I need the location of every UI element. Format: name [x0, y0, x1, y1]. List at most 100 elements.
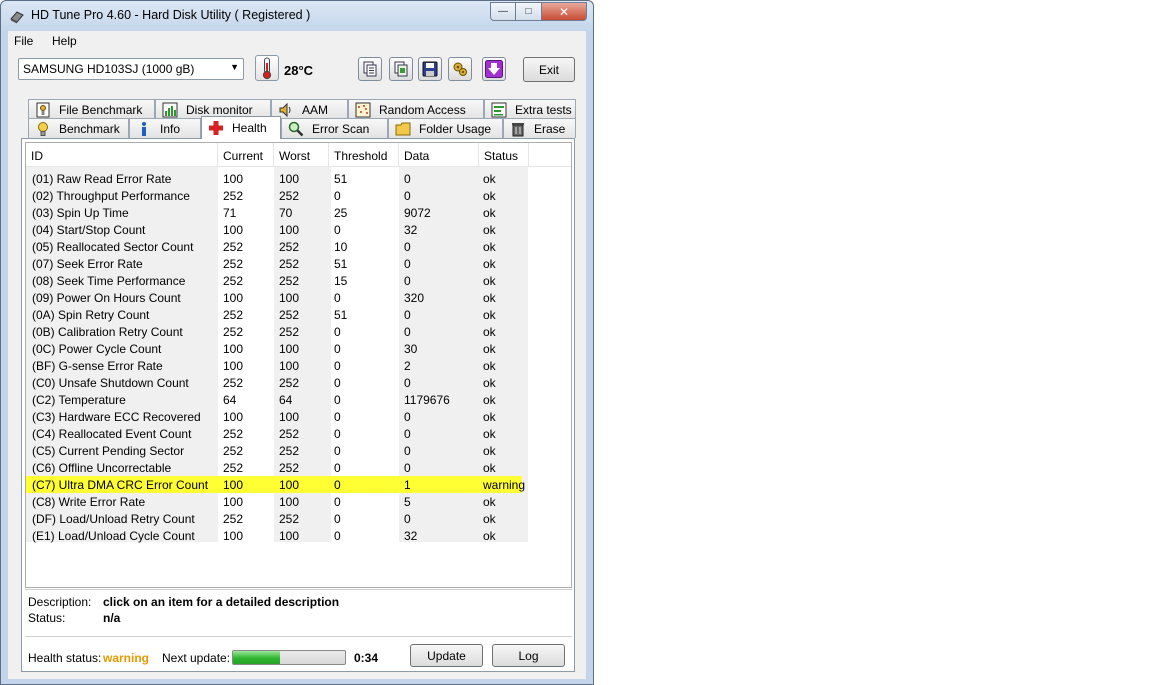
table-row[interactable]: (C0) Unsafe Shutdown Count 252 252 0 0 ok: [26, 374, 571, 391]
cell-worst: 100: [279, 495, 300, 509]
cell-worst: 100: [279, 342, 300, 356]
table-row[interactable]: (C3) Hardware ECC Recovered 100 100 0 0 ok: [26, 408, 571, 425]
log-button[interactable]: Log: [492, 644, 565, 667]
download-icon: [485, 60, 503, 78]
table-row[interactable]: (09) Power On Hours Count 100 100 0 320 ok: [26, 289, 571, 306]
cell-id: (C7) Ultra DMA CRC Error Count: [32, 478, 209, 492]
smart-attribute-list[interactable]: ID Current Worst Threshold Data Status (…: [25, 142, 572, 588]
cell-id: (0B) Calibration Retry Count: [32, 325, 183, 339]
table-row[interactable]: (C4) Reallocated Event Count 252 252 0 0 ok: [26, 425, 571, 442]
table-row[interactable]: (07) Seek Error Rate 252 252 51 0 ok: [26, 255, 571, 272]
menu-file[interactable]: File: [14, 34, 33, 48]
cell-worst: 252: [279, 189, 300, 203]
tab-random-access[interactable]: Random Access: [348, 99, 484, 119]
cell-current: 71: [223, 206, 237, 220]
column-header-current[interactable]: Current: [218, 143, 274, 167]
tab-benchmark[interactable]: Benchmark: [28, 118, 129, 138]
download-button[interactable]: [482, 57, 506, 81]
table-row[interactable]: (BF) G-sense Error Rate 100 100 0 2 ok: [26, 357, 571, 374]
cell-status: ok: [483, 529, 496, 543]
cell-threshold: 51: [334, 308, 348, 322]
minimize-icon: —: [498, 6, 508, 17]
copy-text-icon: [363, 61, 377, 77]
update-button[interactable]: Update: [410, 644, 483, 667]
column-header-id[interactable]: ID: [26, 143, 218, 167]
tab-health[interactable]: Health: [201, 116, 281, 139]
column-header-threshold[interactable]: Threshold: [329, 143, 399, 167]
cell-worst: 252: [279, 308, 300, 322]
exit-button[interactable]: Exit: [523, 57, 575, 82]
cell-worst: 252: [279, 461, 300, 475]
cell-data: 0: [404, 376, 411, 390]
table-row[interactable]: (DF) Load/Unload Retry Count 252 252 0 0 ok: [26, 510, 571, 527]
table-row[interactable]: (08) Seek Time Performance 252 252 15 0 ok: [26, 272, 571, 289]
table-row[interactable]: (C7) Ultra DMA CRC Error Count 100 100 0 1 wa…: [26, 476, 525, 493]
cell-status: ok: [483, 274, 496, 288]
cell-current: 252: [223, 444, 244, 458]
tab-erase[interactable]: Erase: [503, 118, 576, 138]
table-row[interactable]: (C2) Temperature 64 64 0 1179676 ok: [26, 391, 571, 408]
menu-help[interactable]: Help: [52, 34, 77, 48]
maximize-button[interactable]: □: [516, 2, 542, 21]
table-row[interactable]: (C5) Current Pending Sector 252 252 0 0 ok: [26, 442, 571, 459]
cell-worst: 252: [279, 427, 300, 441]
menu-bar: File Help: [8, 31, 586, 51]
save-button[interactable]: [418, 57, 442, 81]
window-title: HD Tune Pro 4.60 - Hard Disk Utility ( R…: [31, 8, 311, 22]
cell-data: 32: [404, 529, 418, 543]
cell-current: 64: [223, 393, 237, 407]
table-row[interactable]: (C6) Offline Uncorrectable 252 252 0 0 ok: [26, 459, 571, 476]
temperature-button[interactable]: [255, 55, 279, 81]
table-row[interactable]: (0C) Power Cycle Count 100 100 0 30 ok: [26, 340, 571, 357]
cell-threshold: 0: [334, 461, 341, 475]
column-header-data[interactable]: Data: [399, 143, 479, 167]
cell-id: (BF) G-sense Error Rate: [32, 359, 163, 373]
table-row[interactable]: (03) Spin Up Time 71 70 25 9072 ok: [26, 204, 571, 221]
cell-status: ok: [483, 291, 496, 305]
cell-threshold: 10: [334, 240, 348, 254]
cell-threshold: 0: [334, 512, 341, 526]
description-label: Description:: [28, 595, 92, 609]
health-cross-icon: [209, 121, 223, 135]
tab-aam[interactable]: AAM: [271, 99, 348, 119]
drive-dropdown[interactable]: SAMSUNG HD103SJ (1000 gB) ▼: [18, 58, 244, 80]
minimize-button[interactable]: —: [490, 2, 516, 21]
cell-current: 252: [223, 308, 244, 322]
column-header-status[interactable]: Status: [479, 143, 529, 167]
table-row[interactable]: (E1) Load/Unload Cycle Count 100 100 0 32 ok: [26, 527, 571, 544]
cell-current: 100: [223, 410, 244, 424]
cell-threshold: 0: [334, 478, 341, 492]
tab-extra-tests[interactable]: Extra tests: [484, 99, 576, 119]
table-row[interactable]: (02) Throughput Performance 252 252 0 0 ok: [26, 187, 571, 204]
title-bar[interactable]: HD Tune Pro 4.60 - Hard Disk Utility ( R…: [1, 1, 593, 31]
cell-current: 252: [223, 461, 244, 475]
cell-threshold: 0: [334, 325, 341, 339]
table-row[interactable]: (01) Raw Read Error Rate 100 100 51 0 ok: [26, 170, 571, 187]
health-panel: ID Current Worst Threshold Data Status (…: [21, 138, 575, 672]
cell-current: 252: [223, 240, 244, 254]
table-row[interactable]: (04) Start/Stop Count 100 100 0 32 ok: [26, 221, 571, 238]
copy-text-button[interactable]: [358, 57, 382, 81]
column-header-worst[interactable]: Worst: [274, 143, 329, 167]
cell-worst: 252: [279, 444, 300, 458]
cell-threshold: 0: [334, 189, 341, 203]
cell-data: 320: [404, 291, 425, 305]
tab-folder-usage[interactable]: Folder Usage: [388, 118, 503, 138]
table-row[interactable]: (C8) Write Error Rate 100 100 0 5 ok: [26, 493, 571, 510]
table-row[interactable]: (0A) Spin Retry Count 252 252 51 0 ok: [26, 306, 571, 323]
cell-worst: 100: [279, 291, 300, 305]
disk-monitor-icon: [162, 102, 178, 117]
close-button[interactable]: ✕: [542, 2, 587, 21]
options-button[interactable]: [448, 57, 472, 81]
tab-file-benchmark[interactable]: File Benchmark: [28, 99, 155, 119]
tab-error-scan[interactable]: Error Scan: [281, 118, 388, 138]
cell-threshold: 0: [334, 291, 341, 305]
cell-data: 0: [404, 172, 411, 186]
file-benchmark-icon: [36, 102, 50, 117]
copy-screenshot-button[interactable]: [389, 57, 413, 81]
tab-info[interactable]: Info: [129, 118, 201, 138]
table-row[interactable]: (05) Reallocated Sector Count 252 252 10 0 ok: [26, 238, 571, 255]
table-row[interactable]: (0B) Calibration Retry Count 252 252 0 0 ok: [26, 323, 571, 340]
cell-data: 0: [404, 257, 411, 271]
cell-worst: 100: [279, 172, 300, 186]
